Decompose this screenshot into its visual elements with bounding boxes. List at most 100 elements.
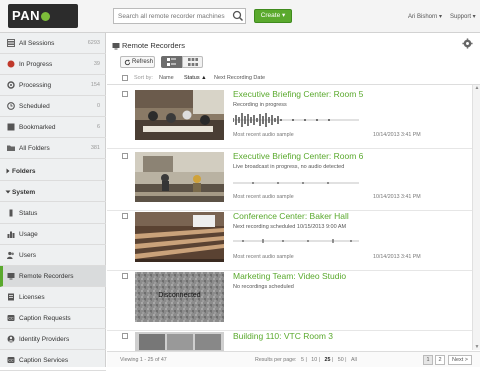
license-icon [8,293,14,301]
audio-sample-label: Most recent audio sample [233,254,294,260]
svg-text:CC: CC [8,359,14,363]
audio-sample-label: Most recent audio sample [233,132,294,138]
sidebar-section-system[interactable]: System [0,182,106,202]
user-menu[interactable]: Ari Bishorn ▾ [408,13,442,20]
search-icon[interactable] [231,9,245,23]
sidebar-item-caption-requests[interactable]: CC Caption Requests [0,308,106,329]
sidebar-item-users[interactable]: Users [0,245,106,266]
bookmark-icon [7,123,15,131]
pagination-footer: Viewing 1 - 25 of 47 Results per page: 5… [107,351,480,367]
per-page-option[interactable]: 10 [311,357,317,363]
list-icon [7,39,15,47]
page-button-current[interactable]: 1 [423,355,433,365]
bar-chart-icon [7,231,15,238]
sidebar-item-count: 6293 [87,40,100,46]
processing-icon [7,81,15,89]
sidebar-item-label: In Progress [19,61,53,68]
row-checkbox[interactable] [122,153,128,159]
recorder-row[interactable]: Executive Briefing Center: Room 5 Record… [107,87,472,149]
sort-status[interactable]: Status ▲ [184,75,207,81]
page-button[interactable]: 2 [435,355,445,365]
per-page-option[interactable]: 5 [301,357,304,363]
recorder-status: Live broadcast in progress, no audio det… [233,164,345,170]
gear-icon[interactable] [462,38,473,49]
sidebar-item-bookmarked[interactable]: Bookmarked 6 [0,117,106,138]
sort-name[interactable]: Name [159,75,174,81]
sidebar-item-label: Caption Requests [19,315,71,322]
sidebar-item-identity-providers[interactable]: Identity Providers [0,329,106,350]
create-button[interactable]: Create ▾ [254,9,292,23]
sort-next-recording-date[interactable]: Next Recording Date [214,75,265,81]
row-checkbox[interactable] [122,213,128,219]
support-menu[interactable]: Support ▾ [450,13,476,20]
room-preview-image [135,212,224,262]
select-all-checkbox[interactable] [122,75,128,81]
scroll-up-arrow[interactable]: ▲ [474,85,480,91]
sidebar-item-in-progress[interactable]: In Progress 39 [0,54,106,75]
sidebar-item-count: 381 [90,145,100,151]
sidebar-item-all-sessions[interactable]: All Sessions 6293 [0,33,106,54]
results-per-page: Results per page: 5 | 10 | 25 | 50 | All [255,357,357,363]
recorder-status: No recordings scheduled [233,284,294,290]
detail-view-toggle[interactable] [161,56,182,68]
recorder-thumbnail[interactable]: Disconnected [135,272,224,322]
recorder-row[interactable]: Executive Briefing Center: Room 6 Live b… [107,149,472,211]
recorder-title[interactable]: Marketing Team: Video Studio [233,271,346,281]
recorder-thumbnail[interactable] [135,152,224,202]
panopto-logo[interactable]: PANPTO [8,4,78,47]
sidebar-item-label: Licenses [19,294,45,301]
sidebar-item-processing[interactable]: Processing 154 [0,75,106,96]
sidebar-item-caption-services[interactable]: CC Caption Services [0,350,106,371]
sidebar-item-licenses[interactable]: Licenses [0,287,106,308]
folder-icon [7,145,15,151]
per-page-option[interactable]: All [351,357,357,363]
clock-icon [7,102,15,110]
per-page-option[interactable]: 50 [338,357,344,363]
per-page-option-selected[interactable]: 25 [325,357,331,363]
audio-sample-time: 10/14/2013 3:41 PM [373,194,421,200]
row-checkbox[interactable] [122,273,128,279]
sidebar-item-all-folders[interactable]: All Folders 381 [0,138,106,159]
recorder-status: Next recording scheduled 10/15/2013 9:00… [233,224,347,230]
sidebar-item-label: Bookmarked [19,124,56,131]
sidebar-item-remote-recorders[interactable]: Remote Recorders [0,266,106,287]
scroll-down-arrow[interactable]: ▼ [474,344,480,350]
sidebar-item-label: Status [19,210,38,217]
sidebar-item-status[interactable]: Status [0,203,106,224]
sidebar-item-label: All Sessions [19,40,55,47]
next-page-button[interactable]: Next > [448,355,472,365]
sidebar-item-label: Users [19,252,36,259]
recorder-thumbnail[interactable] [135,332,224,351]
scrollbar[interactable]: ▲ ▼ [472,85,480,350]
sidebar-item-count: 154 [90,82,100,88]
caption-icon: CC [7,357,15,363]
detail-view-icon [167,58,176,66]
room-preview-image [135,332,224,351]
recorder-title[interactable]: Building 110: VTC Room 3 [233,331,333,341]
search-input[interactable] [113,8,246,24]
sidebar-item-usage[interactable]: Usage [0,224,106,245]
recorder-title[interactable]: Executive Briefing Center: Room 5 [233,89,363,99]
grid-view-toggle[interactable] [182,56,203,68]
recorder-title[interactable]: Conference Center: Baker Hall [233,211,349,221]
recorder-title[interactable]: Executive Briefing Center: Room 6 [233,151,363,161]
recorder-row[interactable]: Disconnected Marketing Team: Video Studi… [107,269,472,331]
recorder-row[interactable]: Building 110: VTC Room 3 [107,329,472,351]
sidebar-section-folders[interactable]: Folders [0,161,106,181]
refresh-label: Refresh [132,59,154,65]
audio-waveform [233,113,359,127]
sidebar-item-scheduled[interactable]: Scheduled 0 [0,96,106,117]
main-panel: Remote Recorders Refresh Sort by: Name S… [107,33,480,367]
sidebar-item-count: 0 [96,103,100,109]
recorder-row[interactable]: Conference Center: Baker Hall Next recor… [107,209,472,271]
audio-sample-label: Most recent audio sample [233,194,294,200]
recorder-thumbnail[interactable] [135,90,224,140]
viewing-count: Viewing 1 - 25 of 47 [120,357,167,363]
row-checkbox[interactable] [122,333,128,339]
recorder-thumbnail[interactable] [135,212,224,262]
refresh-button[interactable]: Refresh [120,56,155,68]
sidebar-section-label: Folders [12,168,36,175]
row-checkbox[interactable] [122,91,128,97]
recorder-icon [7,273,15,280]
disconnected-label: Disconnected [158,292,201,299]
